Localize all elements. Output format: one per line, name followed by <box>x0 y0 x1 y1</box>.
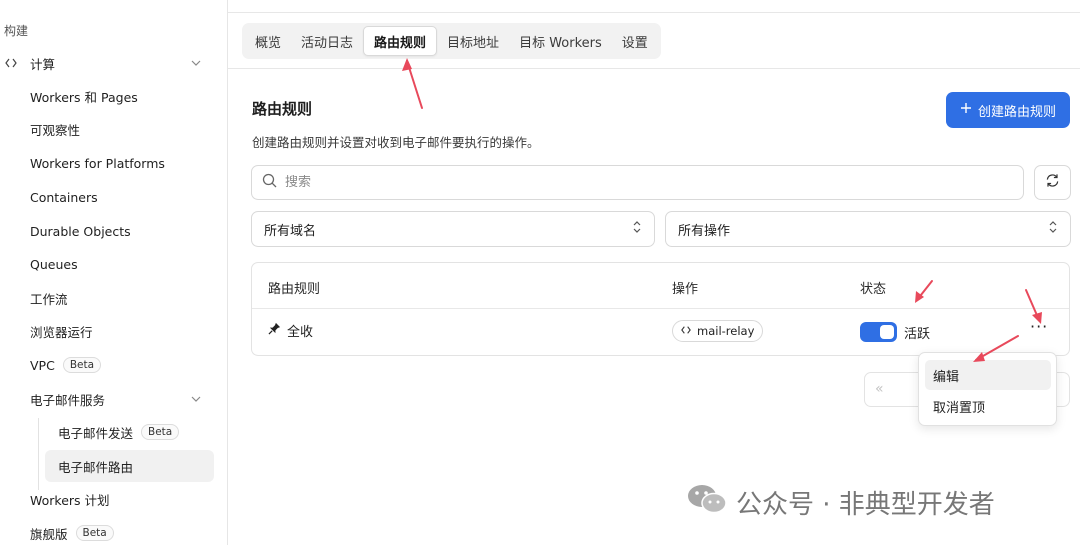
plus-icon <box>960 102 972 118</box>
sidebar-item-label: Workers 计划 <box>30 492 110 508</box>
tab-settings[interactable]: 设置 <box>612 26 658 56</box>
sidebar-section-build: 构建 <box>4 24 29 38</box>
sidebar: 构建 计算 Workers 和 Pages 可观察性 Workers for P… <box>0 0 228 545</box>
sidebar-group-compute[interactable]: 计算 <box>4 52 55 74</box>
sidebar-item-label: 电子邮件发送 <box>58 425 134 441</box>
beta-badge: Beta <box>62 357 102 373</box>
sidebar-item-label: 电子邮件服务 <box>30 392 106 408</box>
search-input[interactable] <box>285 175 885 190</box>
sidebar-item-workers-plan[interactable]: Workers 计划 <box>30 488 110 510</box>
sidebar-item-label: Containers <box>30 189 98 205</box>
chevron-up-down-icon <box>1048 220 1058 238</box>
sidebar-item-label: 浏览器运行 <box>30 324 93 340</box>
search-icon <box>262 173 277 192</box>
sidebar-item-workers-platforms[interactable]: Workers for Platforms <box>30 152 165 174</box>
sidebar-item-label: Workers 和 Pages <box>30 89 138 105</box>
tab-bar: 概览 活动日志 路由规则 目标地址 目标 Workers 设置 <box>242 23 661 59</box>
refresh-icon <box>1045 173 1060 192</box>
row-actions-menu: 编辑 取消置顶 <box>918 352 1057 426</box>
tab-activity-log[interactable]: 活动日志 <box>291 26 363 56</box>
sidebar-item-label: Queues <box>30 256 78 272</box>
sidebar-item-browser-run[interactable]: 浏览器运行 <box>30 320 93 342</box>
tab-routing-rules[interactable]: 路由规则 <box>363 26 438 56</box>
column-header-action: 操作 <box>672 282 699 297</box>
domain-filter-value: 所有域名 <box>264 223 317 239</box>
code-brackets-icon <box>4 56 18 70</box>
action-filter-value: 所有操作 <box>678 223 731 239</box>
action-chip: mail-relay <box>672 320 764 342</box>
sidebar-item-label: VPC <box>30 357 55 373</box>
action-name: mail-relay <box>697 324 755 338</box>
beta-badge: Beta <box>75 525 114 541</box>
routing-rules-table: 路由规则 操作 状态 全收 mail-relay 活跃 ··· <box>251 262 1070 356</box>
sidebar-item-label: 旗舰版 <box>30 526 68 542</box>
sidebar-item-label: 电子邮件路由 <box>58 459 134 475</box>
pin-icon <box>268 322 281 339</box>
watermark: 公众号 · 非典型开发者 <box>686 482 995 523</box>
tab-divider <box>228 68 1080 69</box>
tree-line <box>38 418 39 490</box>
sidebar-item-flagship[interactable]: 旗舰版 Beta <box>30 522 114 544</box>
sidebar-item-email-sending[interactable]: 电子邮件发送 Beta <box>58 421 180 443</box>
refresh-button[interactable] <box>1034 165 1071 200</box>
sidebar-item-workers-pages[interactable]: Workers 和 Pages <box>30 85 138 107</box>
tab-overview[interactable]: 概览 <box>245 26 291 56</box>
first-page-icon[interactable]: « <box>875 381 884 397</box>
sidebar-item-durable-objects[interactable]: Durable Objects <box>30 220 131 242</box>
status-toggle[interactable] <box>860 322 897 342</box>
tab-destination-addresses[interactable]: 目标地址 <box>437 26 509 56</box>
more-horizontal-icon: ··· <box>1030 317 1049 336</box>
column-header-rule: 路由规则 <box>268 282 321 297</box>
beta-badge: Beta <box>141 424 180 440</box>
row-actions-button[interactable]: ··· <box>1030 317 1048 336</box>
sidebar-item-label: 可观察性 <box>30 122 81 138</box>
sidebar-item-containers[interactable]: Containers <box>30 186 98 208</box>
sidebar-item-label: 工作流 <box>30 291 68 307</box>
wechat-icon <box>686 482 728 523</box>
sidebar-item-observability[interactable]: 可观察性 <box>30 118 80 140</box>
sidebar-item-workflows[interactable]: 工作流 <box>30 287 68 309</box>
menu-item-edit[interactable]: 编辑 <box>925 360 1051 390</box>
tab-destination-workers[interactable]: 目标 Workers <box>509 26 612 56</box>
table-header: 路由规则 操作 状态 <box>252 263 1069 309</box>
rule-name: 全收 <box>287 325 314 340</box>
sidebar-item-label: Durable Objects <box>30 223 131 239</box>
sidebar-group-email[interactable]: 电子邮件服务 <box>30 388 105 410</box>
code-brackets-icon <box>681 324 691 338</box>
column-header-status: 状态 <box>860 282 887 297</box>
create-button-label: 创建路由规则 <box>977 104 1056 120</box>
action-cell: mail-relay <box>672 320 764 342</box>
page-description: 创建路由规则并设置对收到电子邮件要执行的操作。 <box>252 135 540 150</box>
create-routing-rule-button[interactable]: 创建路由规则 <box>946 92 1070 128</box>
chevron-down-icon[interactable] <box>190 393 202 405</box>
sidebar-item-label: Workers for Platforms <box>30 155 165 171</box>
page-title: 路由规则 <box>252 100 313 118</box>
sidebar-item-vpc[interactable]: VPC Beta <box>30 354 102 376</box>
action-filter-select[interactable]: 所有操作 <box>665 211 1071 247</box>
menu-item-unpin[interactable]: 取消置顶 <box>925 391 1051 421</box>
status-text: 活跃 <box>904 326 931 342</box>
search-field[interactable] <box>251 165 1024 200</box>
sidebar-group-label: 计算 <box>30 56 56 72</box>
header-divider <box>228 12 1080 13</box>
rule-cell: 全收 <box>268 321 313 340</box>
chevron-down-icon[interactable] <box>190 57 202 69</box>
sidebar-item-email-routing[interactable]: 电子邮件路由 <box>58 455 133 477</box>
chevron-up-down-icon <box>632 220 642 238</box>
domain-filter-select[interactable]: 所有域名 <box>251 211 655 247</box>
status-cell: 活跃 <box>860 322 930 342</box>
sidebar-item-queues[interactable]: Queues <box>30 253 78 275</box>
watermark-text: 公众号 · 非典型开发者 <box>736 490 995 520</box>
